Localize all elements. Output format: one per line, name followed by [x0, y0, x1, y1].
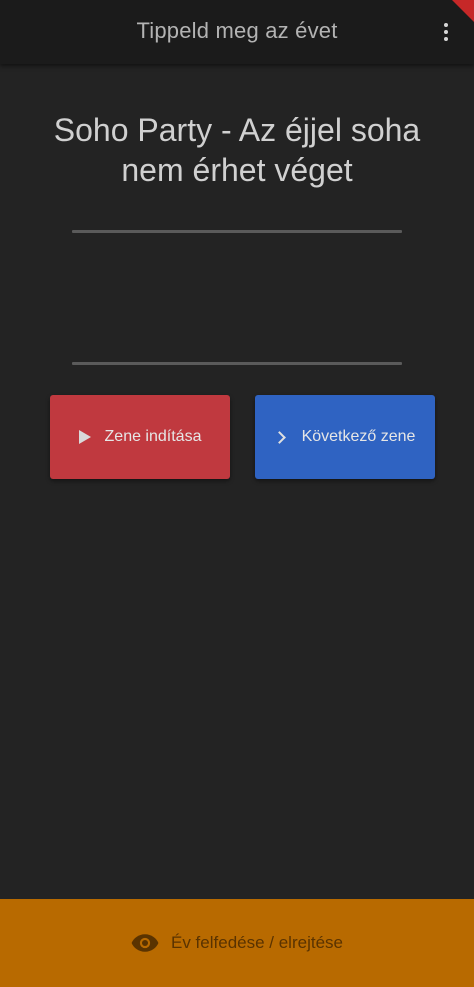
divider-bottom	[72, 362, 402, 365]
app-bar: Tippeld meg az évet	[0, 0, 474, 64]
next-song-label: Következő zene	[301, 428, 416, 445]
play-icon	[78, 430, 91, 444]
reveal-year-label: Év felfedése / elrejtése	[171, 933, 343, 952]
app-bar-title: Tippeld meg az évet	[136, 18, 338, 43]
app-screen: Tippeld meg az évet Soho Party - Az éjje…	[0, 0, 474, 987]
more-vert-icon[interactable]	[434, 20, 458, 44]
next-song-button[interactable]: Következő zene	[255, 395, 435, 479]
reveal-year-button[interactable]: Év felfedése / elrejtése	[0, 899, 474, 987]
song-title: Soho Party - Az éjjel soha nem érhet vég…	[53, 112, 421, 188]
play-music-button[interactable]: Zene indítása	[50, 395, 230, 479]
eye-icon	[131, 934, 159, 952]
divider-top	[72, 230, 402, 233]
chevron-right-icon	[272, 430, 286, 444]
play-music-label: Zene indítása	[104, 428, 202, 445]
debug-ribbon	[452, 0, 474, 22]
